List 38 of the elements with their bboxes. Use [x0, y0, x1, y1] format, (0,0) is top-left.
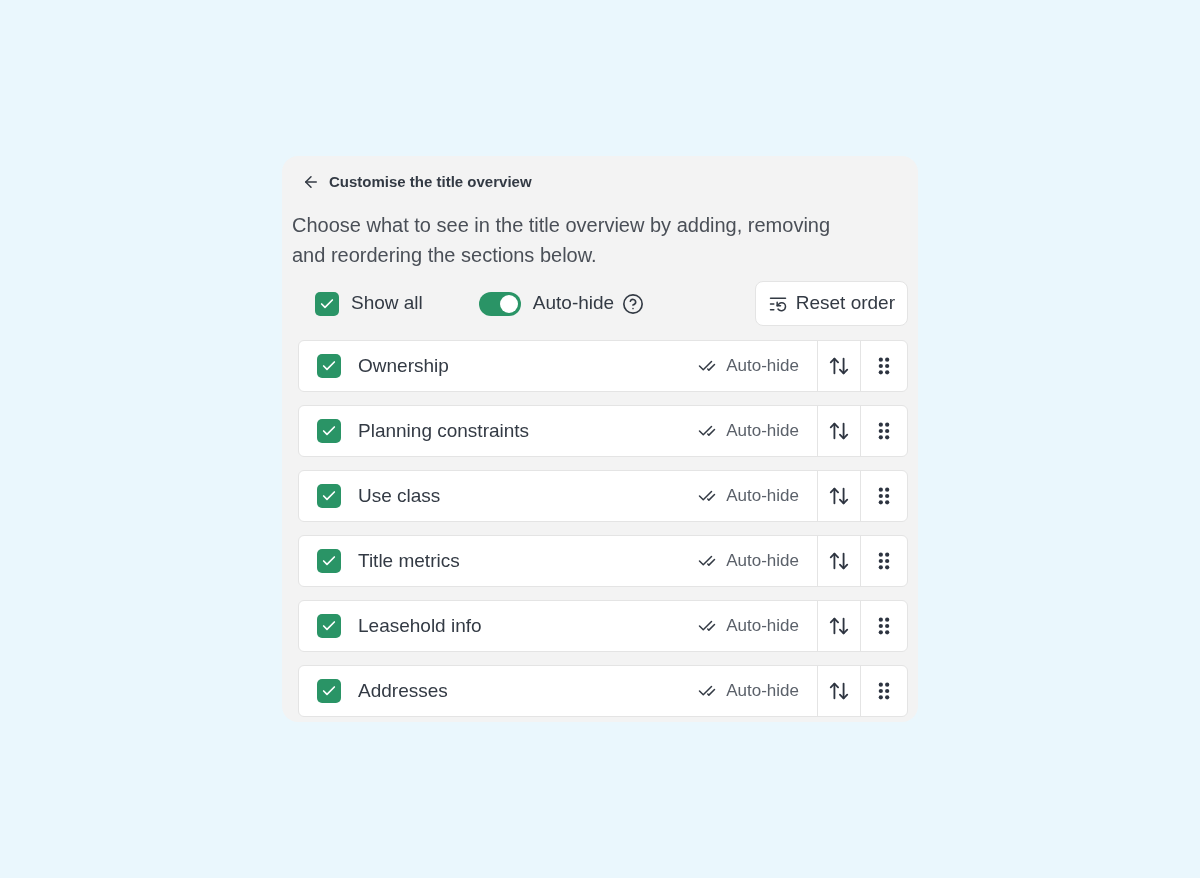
checkbox[interactable] [317, 484, 341, 508]
checkbox[interactable] [317, 679, 341, 703]
section-label: Ownership [358, 353, 449, 378]
drag-handle-icon [878, 552, 890, 570]
section-label: Leasehold info [358, 613, 482, 638]
up-down-arrows-icon [828, 680, 850, 702]
section-label: Planning constraints [358, 418, 530, 443]
auto-hide-button[interactable]: Auto-hide [696, 601, 817, 651]
auto-hide-button[interactable]: Auto-hide [696, 536, 817, 586]
up-down-arrows-icon [828, 420, 850, 442]
checkbox[interactable] [315, 291, 339, 316]
drag-handle-icon [878, 422, 890, 440]
drag-handle-icon [878, 617, 890, 635]
up-down-arrows-icon [828, 615, 850, 637]
description-text: Choose what to see in the title overview by adding, removing and reordering the sections below. [292, 213, 832, 268]
auto-hide-button[interactable]: Auto-hide [696, 341, 817, 391]
auto-hide-label: Auto-hide [532, 291, 615, 316]
auto-hide-button[interactable]: Auto-hide [696, 666, 817, 716]
checkbox[interactable] [317, 419, 341, 443]
section-label: Use class [358, 483, 441, 508]
checkbox[interactable] [317, 549, 341, 573]
help-icon[interactable] [622, 292, 645, 315]
checkbox[interactable] [317, 614, 341, 638]
up-down-arrows-icon [828, 550, 850, 572]
checkbox[interactable] [317, 354, 341, 378]
drag-handle-icon [878, 487, 890, 505]
up-down-arrows-icon [828, 485, 850, 507]
panel-title: Customise the title overview [329, 172, 532, 192]
section-label: Addresses [358, 678, 448, 703]
auto-hide-button[interactable]: Auto-hide [696, 406, 817, 456]
drag-handle-icon [878, 682, 890, 700]
auto-hide-button[interactable]: Auto-hide [696, 471, 817, 521]
up-down-arrows-icon [828, 355, 850, 377]
drag-handle-icon [878, 357, 890, 375]
show-all-label: Show all [351, 291, 423, 316]
reset-order-button[interactable]: Reset order [754, 281, 908, 326]
toggle-switch[interactable] [478, 291, 521, 316]
section-label: Title metrics [358, 548, 460, 573]
